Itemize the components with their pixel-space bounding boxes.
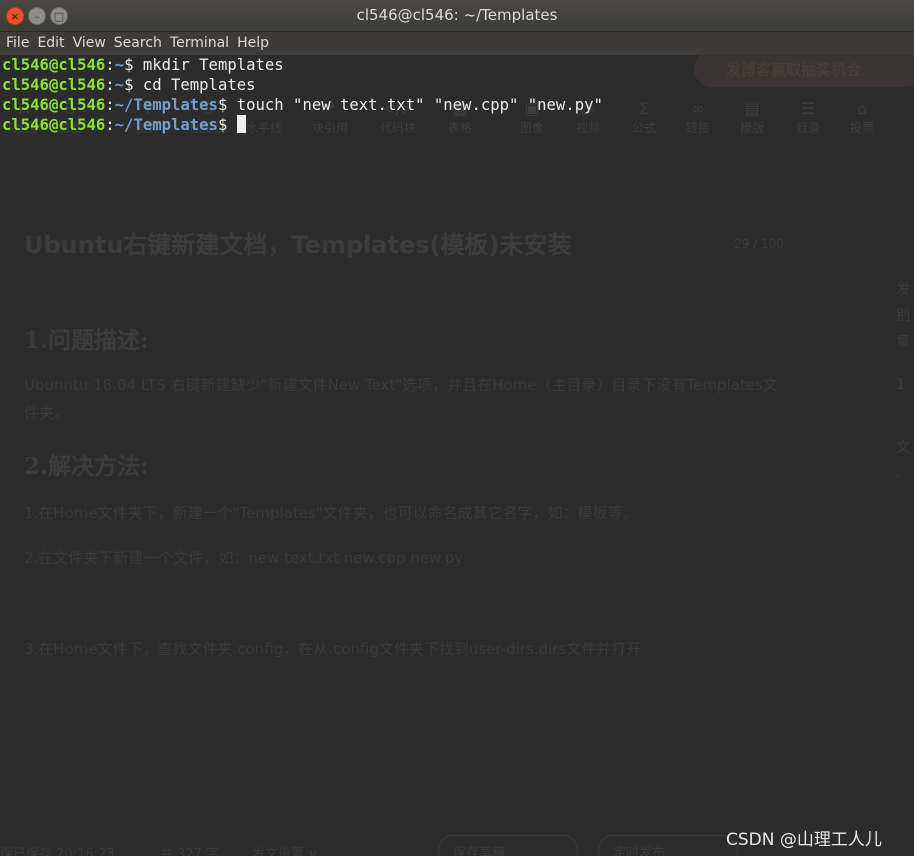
schedule-publish-button: 定时发布 (598, 835, 738, 856)
paragraph-step1: 1.在Home文件夹下，新建一个"Templates"文件夹，也可以命名成其它名… (24, 504, 638, 522)
paragraph-step3: 3.在Home文件下，查找文件夹.config，在从.config文件夹下找到u… (24, 640, 642, 658)
toolbar-formula: Σ 公式 (632, 99, 657, 135)
article-title: Ubuntu右键新建文档，Templates(模板)未安装 (24, 231, 572, 259)
terminal-line: cl546@cl546:~$ mkdir Templates (2, 56, 284, 74)
terminal-output: cl546@cl546:~$ mkdir Templates cl546@cl5… (2, 55, 603, 135)
publish-settings: 发文设置 ∨ (252, 847, 318, 856)
menu-file[interactable]: File (0, 32, 29, 55)
paragraph-step2: 2.在文件夹下新建一个文件，如：new text.txt new.cpp new… (24, 549, 464, 567)
menu-view[interactable]: View (67, 32, 106, 55)
terminal-prompt-line[interactable]: cl546@cl546:~/Templates$ (2, 115, 603, 135)
menu-help[interactable]: Help (231, 32, 269, 55)
toolbar-toc: ☰ 目录 (796, 99, 821, 135)
right-side-text: 章 (896, 334, 910, 350)
terminal-line: cl546@cl546:~/Templates$ touch "new text… (2, 96, 603, 114)
terminal-line: cl546@cl546:~$ cd Templates (2, 76, 256, 94)
right-side-text: 发 (896, 282, 910, 298)
csdn-watermark: CSDN @山理工人儿 (726, 830, 882, 850)
paragraph-problem: Ubunntu 18.04 LTS 右键新建缺少"新建文件New Text"选项… (24, 376, 778, 422)
toolbar-link: ∞ 链接 (686, 99, 711, 135)
background-editor-page: 发博客赢取抽奖机会 H 标题 B 加粗 I 斜体 S 删除线 — 水平线 ❝ 块引用 </>… (0, 55, 914, 856)
title-char-count: 29 / 100 (734, 237, 784, 251)
window-titlebar[interactable]: × – □ cl546@cl546: ~/Templates (0, 0, 914, 32)
menubar: File Edit View Search Terminal Help (0, 32, 914, 55)
promo-banner: 发博客赢取抽奖机会 (694, 55, 914, 87)
right-side-text: 1 (896, 377, 905, 393)
heading-problem: 1.问题描述: (24, 327, 149, 354)
heading-solution: 2.解决方法: (24, 453, 149, 480)
menu-search[interactable]: Search (108, 32, 162, 55)
right-side-text: 别 (896, 308, 910, 324)
window-title: cl546@cl546: ~/Templates (356, 6, 558, 24)
toolbar-template: ▤ 模版 (740, 99, 765, 135)
menu-terminal[interactable]: Terminal (164, 32, 229, 55)
toolbar-vote: ⌂ 投票 (850, 99, 875, 135)
right-side-text: · (896, 469, 901, 485)
word-count: 共 327 字 (160, 847, 220, 856)
right-side-text: 文 (896, 440, 910, 456)
menu-edit[interactable]: Edit (31, 32, 64, 55)
terminal-area[interactable]: 发博客赢取抽奖机会 H 标题 B 加粗 I 斜体 S 删除线 — 水平线 ❝ 块引用 </>… (0, 55, 914, 856)
save-draft-button: 保存草稿 (438, 835, 578, 856)
save-status: 保已保存 20:16:23 (0, 847, 115, 856)
terminal-cursor (236, 115, 246, 133)
